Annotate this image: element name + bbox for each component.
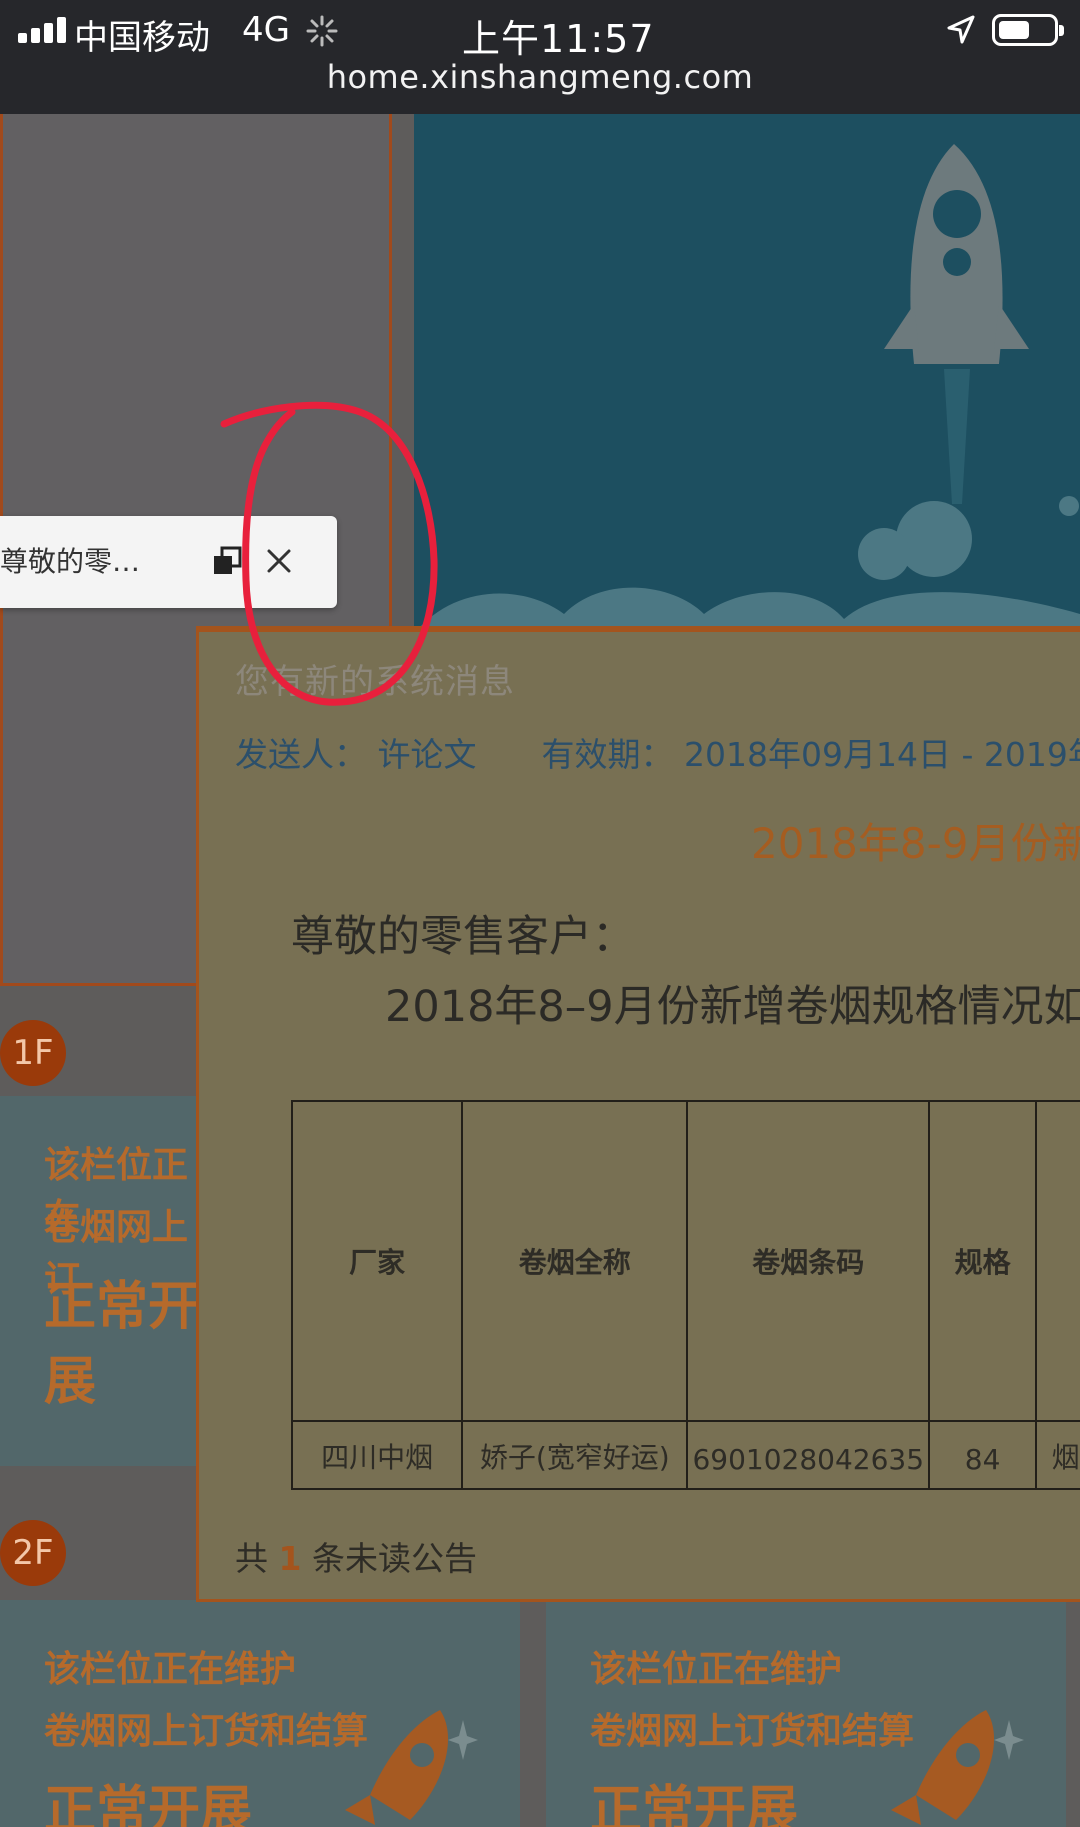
table-cell: 四川中烟 [290, 1420, 464, 1490]
sender-label: 发送人： [235, 735, 367, 774]
column-header [1035, 1100, 1080, 1422]
address-bar-url[interactable]: home.xinshangmeng.com [0, 58, 1080, 96]
battery-icon [992, 14, 1064, 46]
loading-spinner-icon [306, 15, 338, 47]
rocket-banner[interactable] [414, 114, 1080, 634]
column-header: 卷烟条码 [686, 1100, 931, 1422]
close-icon[interactable] [262, 544, 296, 578]
message-popup[interactable]: 尊敬的零… [0, 516, 337, 608]
column-header: 规格 [928, 1100, 1038, 1422]
table-cell: 84 [928, 1420, 1038, 1490]
sparkle-icon [448, 1720, 478, 1760]
table-row: 四川中烟 娇子(宽窄好运) 6901028042635 84 烟 [290, 1420, 1080, 1490]
tile-line-1: 该栏位正在维护 [44, 1649, 297, 1690]
clock: 上午11:57 [462, 17, 655, 61]
sparkle-icon [994, 1720, 1024, 1760]
network-type: 4G [242, 10, 290, 50]
column-header: 卷烟全称 [461, 1100, 689, 1422]
unread-count-footer[interactable]: 共 1 条未读公告 [235, 1532, 477, 1580]
validity-range: 2018年09月14日 - 2019年0 [684, 735, 1080, 774]
table-cell: 6901028042635 [686, 1420, 931, 1490]
tile-line-2: 卷烟网上订货和结算 [44, 1711, 369, 1752]
copy-icon[interactable] [212, 546, 242, 576]
maintenance-tile-3[interactable]: 该栏位正在维护 卷烟网上订货和结算 正常开展 [546, 1600, 1066, 1827]
footer-suffix: 条未读公告 [311, 1539, 477, 1578]
popup-text: 尊敬的零… [0, 545, 141, 578]
carrier-name: 中国移动 [74, 18, 210, 58]
column-header: 厂家 [290, 1100, 464, 1422]
notice-greeting: 尊敬的零售客户： [291, 912, 635, 962]
tile-line-1: 该栏位正在维护 [590, 1649, 843, 1690]
unread-count: 1 [278, 1539, 302, 1578]
sender-name: 许论文 [377, 735, 477, 774]
table-cell: 娇子(宽窄好运) [461, 1420, 689, 1490]
floor-badge-2f: 2F [0, 1520, 66, 1586]
status-bar: 中国移动 4G 上午11:57 home.xinshangmeng.com [0, 0, 1080, 114]
tile-line-3: 正常开展 [44, 1781, 253, 1827]
validity-label: 有效期： [541, 735, 674, 774]
tile-line-2: 卷烟网上订货和结算 [590, 1711, 915, 1752]
system-message-dialog[interactable]: 您有新的系统消息 发送人： 许论文 有效期： 2018年09月14日 - 201… [196, 626, 1080, 1602]
rocket-illustration [414, 114, 1080, 634]
message-meta: 发送人： 许论文 有效期： 2018年09月14日 - 2019年0 [235, 728, 1080, 776]
new-cigarette-table: 厂家 卷烟全称 卷烟条码 规格 四川中烟 娇子(宽窄好运) 6901028042… [290, 1100, 1080, 1490]
floor-badge-1f: 1F [0, 1020, 66, 1086]
dialog-title: 您有新的系统消息 [235, 662, 515, 702]
notice-intro: 2018年8–9月份新增卷烟规格情况如 [385, 982, 1080, 1032]
screen: 中国移动 4G 上午11:57 home.xinshangmeng.com 1F… [0, 0, 1080, 1827]
notice-heading: 2018年8-9月份新 [751, 819, 1080, 868]
table-header-row: 厂家 卷烟全称 卷烟条码 规格 [290, 1100, 1080, 1422]
signal-icon [18, 17, 68, 43]
maintenance-tile-1[interactable]: 该栏位正在 卷烟网上订 正常开展 [0, 1096, 200, 1466]
tile-line-3: 正常开展 [44, 1277, 200, 1412]
table-cell: 烟 [1035, 1420, 1080, 1490]
location-arrow-icon [947, 15, 975, 44]
footer-prefix: 共 [235, 1539, 268, 1578]
tile-line-3: 正常开展 [590, 1781, 799, 1827]
maintenance-tile-2[interactable]: 该栏位正在维护 卷烟网上订货和结算 正常开展 [0, 1600, 520, 1827]
